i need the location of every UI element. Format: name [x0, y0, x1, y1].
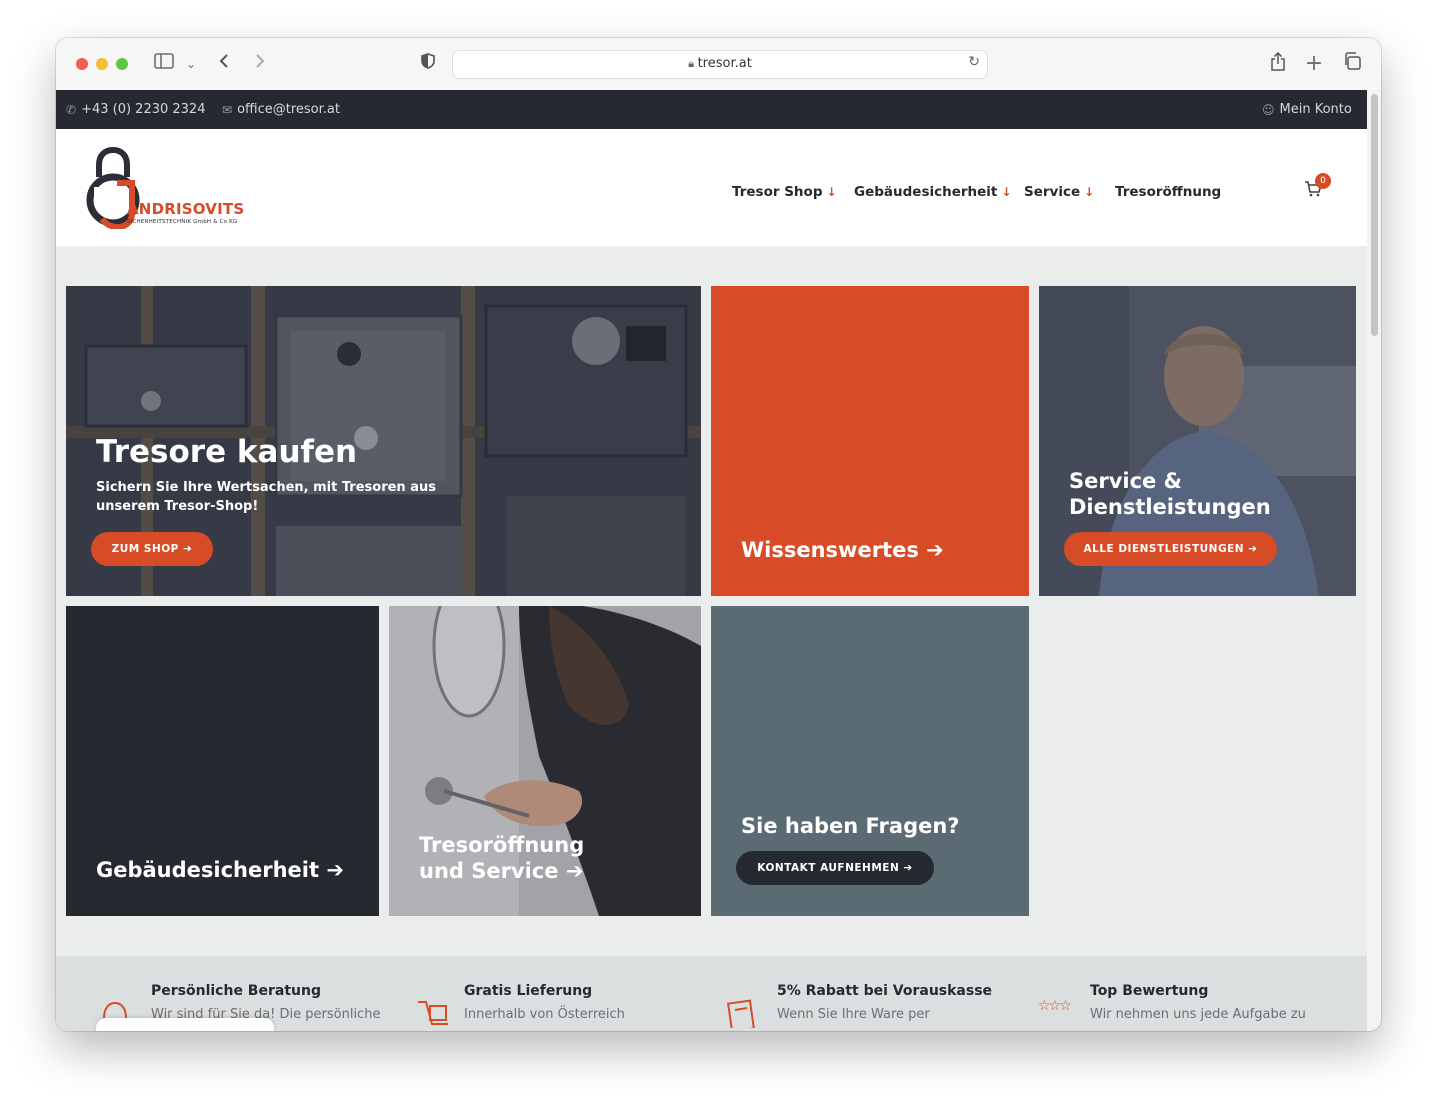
site-header: ANDRISOVITS SICHERHEITSTECHNIK GmbH & Co…: [56, 129, 1367, 246]
arrow-down-icon: ↓: [1084, 185, 1095, 199]
email-address: office@tresor.at: [237, 102, 340, 117]
nav-label: Tresor Shop: [732, 184, 823, 200]
forward-icon[interactable]: [252, 52, 268, 76]
tile-title: Tresore kaufen: [96, 434, 358, 470]
feature-lieferung: Gratis Lieferung Innerhalb von Österreic…: [464, 983, 625, 1022]
feature-beratung: Persönliche Beratung Wir sind für Sie da…: [151, 983, 380, 1022]
browser-toolbar: ⌄ 🔒︎ tresor.at ↻ +: [56, 38, 1381, 91]
tile-sie-haben-fragen: Sie haben Fragen? KONTAKT AUFNEHMEN ➔: [711, 606, 1029, 916]
zoom-window-button[interactable]: [116, 58, 128, 70]
feature-text: Wenn Sie Ihre Ware per: [777, 1007, 930, 1022]
phone-number: +43 (0) 2230 2324: [81, 102, 206, 117]
account-label: Mein Konto: [1279, 102, 1352, 117]
minimize-window-button[interactable]: [96, 58, 108, 70]
tile-title: Wissenswertes ➔: [741, 538, 944, 562]
tile-title: Gebäudesicherheit ➔: [96, 858, 344, 882]
logo-subtitle: SICHERHEITSTECHNIK GmbH & Co KG: [127, 219, 238, 225]
address-bar[interactable]: 🔒︎ tresor.at ↻: [452, 50, 988, 79]
page-scrollbar[interactable]: [1367, 90, 1381, 1031]
feature-title: Gratis Lieferung: [464, 983, 593, 999]
services-button[interactable]: ALLE DIENSTLEISTUNGEN ➔: [1064, 532, 1277, 566]
tab-overview-icon[interactable]: [1342, 52, 1362, 76]
arrow-down-icon: ↓: [826, 185, 837, 199]
invoice-icon: [726, 998, 760, 1031]
feature-text: Wir nehmen uns jede Aufgabe zu: [1090, 1007, 1306, 1022]
email-icon: ✉: [222, 102, 233, 117]
nav-label: Service: [1024, 184, 1081, 200]
arrow-down-icon: ↓: [1001, 185, 1012, 199]
tile-title: Service & Dienstleistungen: [1069, 469, 1271, 519]
cart-count-badge: 0: [1315, 173, 1331, 189]
nav-service[interactable]: Service ↓: [1024, 184, 1094, 200]
phone-icon: ✆: [66, 102, 77, 117]
page-viewport: ✆ +43 (0) 2230 2324 ✉ office@tresor.at ☺…: [56, 90, 1367, 1031]
close-window-button[interactable]: [76, 58, 88, 70]
chevron-down-icon[interactable]: ⌄: [184, 52, 198, 76]
url-text: tresor.at: [697, 56, 752, 71]
tile-service-dienstleistungen[interactable]: Service & Dienstleistungen ALLE DIENSTLE…: [1039, 286, 1356, 596]
contact-topbar: ✆ +43 (0) 2230 2324 ✉ office@tresor.at ☺…: [56, 90, 1367, 129]
feature-title: 5% Rabatt bei Vorauskasse: [777, 983, 993, 999]
site-logo[interactable]: ANDRISOVITS SICHERHEITSTECHNIK GmbH & Co…: [84, 147, 254, 229]
tile-title: Sie haben Fragen?: [741, 814, 960, 838]
scrollbar-thumb[interactable]: [1371, 94, 1378, 336]
tile-text: Sichern Sie Ihre Wertsachen, mit Tresore…: [96, 480, 436, 514]
tile-title: Tresoröffnung und Service ➔: [419, 833, 585, 883]
feature-bewertung: Top Bewertung Wir nehmen uns jede Aufgab…: [1090, 983, 1306, 1022]
nav-tresoroeffnung[interactable]: Tresoröffnung: [1115, 184, 1221, 200]
nav-label: Tresoröffnung: [1115, 184, 1222, 200]
tile-tresore-kaufen[interactable]: Tresore kaufen Sichern Sie Ihre Wertsach…: [66, 286, 701, 596]
account-icon: ☺: [1262, 102, 1275, 117]
shop-button[interactable]: ZUM SHOP ➔: [91, 532, 213, 566]
tile-gebaeudesicherheit[interactable]: Gebäudesicherheit ➔: [66, 606, 379, 916]
tile-wissenswertes[interactable]: Wissenswertes ➔: [711, 286, 1029, 596]
contact-button[interactable]: KONTAKT AUFNEHMEN ➔: [736, 851, 934, 885]
reload-icon[interactable]: ↻: [968, 54, 980, 70]
delivery-icon: [414, 998, 454, 1031]
email-link[interactable]: ✉ office@tresor.at: [222, 102, 340, 117]
tile-tresoroeffnung-service[interactable]: Tresoröffnung und Service ➔: [389, 606, 701, 916]
sidebar-icon[interactable]: [152, 52, 176, 76]
nav-label: Gebäudesicherheit: [854, 184, 998, 200]
nav-gebaeudesicherheit[interactable]: Gebäudesicherheit ↓: [854, 184, 1011, 200]
rating-stars-icon: ☆☆☆: [1038, 998, 1072, 1014]
browser-window: ⌄ 🔒︎ tresor.at ↻ + ✆ +43 (0) 2230 2324 ✉…: [56, 38, 1381, 1031]
share-icon[interactable]: [1268, 51, 1288, 76]
new-tab-icon[interactable]: +: [1304, 52, 1324, 76]
lock-icon: 🔒︎: [688, 57, 698, 70]
back-icon[interactable]: [216, 52, 232, 76]
feature-text: Innerhalb von Österreich: [464, 1007, 625, 1022]
phone-link[interactable]: ✆ +43 (0) 2230 2324: [66, 102, 205, 117]
privacy-shield-icon[interactable]: [418, 52, 438, 76]
logo-name: ANDRISOVITS: [127, 200, 245, 218]
feature-title: Persönliche Beratung: [151, 983, 321, 999]
account-link[interactable]: ☺ Mein Konto: [1262, 102, 1352, 117]
chat-widget[interactable]: [96, 1018, 274, 1031]
feature-title: Top Bewertung: [1090, 983, 1209, 999]
feature-rabatt: 5% Rabatt bei Vorauskasse Wenn Sie Ihre …: [777, 983, 992, 1022]
nav-tresor-shop[interactable]: Tresor Shop ↓: [732, 184, 837, 200]
